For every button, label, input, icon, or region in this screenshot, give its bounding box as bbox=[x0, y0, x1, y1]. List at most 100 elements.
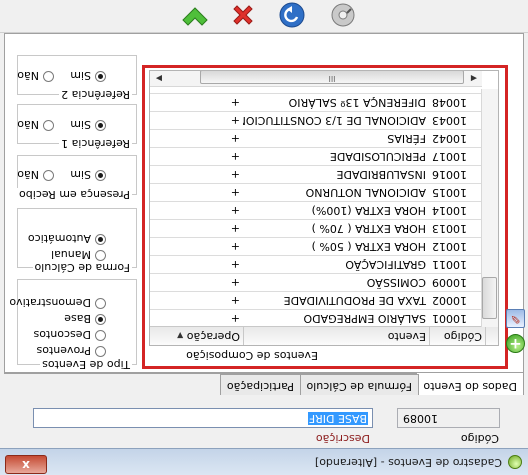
cell-evento[interactable]: HORA EXTRA ( 70% ) bbox=[243, 220, 429, 237]
referencia-2-group-option[interactable]: Não bbox=[17, 69, 54, 82]
referencia-1-group-option[interactable]: Não bbox=[17, 118, 54, 131]
cell-codigo[interactable]: 10013 bbox=[429, 220, 485, 237]
refresh-icon[interactable] bbox=[278, 1, 306, 29]
radio-button-icon[interactable] bbox=[95, 120, 106, 131]
table-row[interactable]: 10048 DIFERENÇA 13º SALÁRIO + bbox=[149, 93, 498, 111]
cell-evento[interactable]: HORA EXTRA ( 50% ) bbox=[243, 238, 429, 255]
horizontal-scrollbar[interactable]: ◀ III ▶ bbox=[149, 70, 482, 87]
tab-participacao[interactable]: Participação bbox=[219, 374, 301, 395]
cell-operacao[interactable]: + bbox=[189, 238, 243, 255]
horizontal-scrollbar-thumb[interactable]: III bbox=[200, 70, 464, 84]
cell-evento[interactable]: HORA EXTRA (100%) bbox=[243, 202, 429, 219]
table-row[interactable]: 10016 INSALUBRIDADE + bbox=[149, 165, 498, 183]
cell-codigo[interactable]: 10014 bbox=[429, 202, 485, 219]
referencia-2-group-option[interactable]: Sim bbox=[70, 69, 106, 82]
descricao-field[interactable]: BASE DIRF bbox=[33, 408, 373, 428]
tipo-eventos-group-option[interactable]: Base bbox=[64, 312, 106, 325]
vertical-scrollbar[interactable] bbox=[481, 89, 498, 327]
cell-operacao[interactable]: + bbox=[189, 184, 243, 201]
up-arrow-icon[interactable] bbox=[182, 1, 210, 29]
cell-codigo[interactable]: 10011 bbox=[429, 256, 485, 273]
cell-evento[interactable]: FÉRIAS bbox=[243, 130, 429, 147]
table-row[interactable]: 10015 ADICIONAL NOTURNO + bbox=[149, 183, 498, 201]
cell-codigo[interactable]: 10042 bbox=[429, 130, 485, 147]
cell-operacao[interactable]: + bbox=[189, 292, 243, 309]
tipo-eventos-group-option[interactable]: Proventos bbox=[37, 344, 106, 357]
scroll-right-arrow-icon[interactable]: ▶ bbox=[156, 74, 162, 83]
column-header-codigo[interactable]: Código bbox=[429, 327, 485, 345]
column-header-operacao[interactable]: Operação ▼ bbox=[149, 327, 243, 345]
cell-codigo[interactable]: 10048 bbox=[429, 94, 485, 111]
vertical-scrollbar-thumb[interactable] bbox=[482, 277, 497, 319]
cell-evento[interactable]: TAXA DE PRODUTIVIDADE bbox=[243, 292, 429, 309]
cell-evento[interactable]: PERICULOSIDADE bbox=[243, 148, 429, 165]
radio-button-icon[interactable] bbox=[43, 71, 54, 82]
cell-operacao[interactable]: + bbox=[189, 130, 243, 147]
table-row[interactable]: 10009 COMISSÃO + bbox=[149, 273, 498, 291]
table-row[interactable]: 10012 HORA EXTRA ( 50% ) + bbox=[149, 237, 498, 255]
table-row[interactable]: 10043 ADICIONAL DE 1/3 CONSTITUCIONAL + bbox=[149, 111, 498, 129]
cell-evento[interactable]: SALÁRIO EMPREGADO bbox=[243, 310, 429, 327]
cell-operacao[interactable]: + bbox=[189, 166, 243, 183]
cell-operacao[interactable]: + bbox=[189, 112, 243, 129]
tab-dados-do-evento[interactable]: Dados do Evento bbox=[416, 373, 524, 395]
cell-codigo[interactable]: 10001 bbox=[429, 310, 485, 327]
cell-evento[interactable]: COMISSÃO bbox=[243, 274, 429, 291]
cell-codigo[interactable]: 10009 bbox=[429, 274, 485, 291]
table-row[interactable]: 10011 GRATIFICAÇÃO + bbox=[149, 255, 498, 273]
radio-button-icon[interactable] bbox=[95, 250, 106, 261]
radio-button-icon[interactable] bbox=[95, 170, 106, 181]
dropdown-arrow-icon: ▼ bbox=[177, 331, 184, 340]
title-bar: Cadastro de Eventos - [Alterando] x bbox=[0, 448, 528, 475]
cell-evento[interactable]: GRATIFICAÇÃO bbox=[243, 256, 429, 273]
radio-button-icon[interactable] bbox=[95, 330, 106, 341]
cell-operacao[interactable]: + bbox=[189, 202, 243, 219]
radio-button-icon[interactable] bbox=[95, 298, 106, 309]
edit-event-button[interactable]: ✎ bbox=[506, 309, 525, 328]
radio-button-icon[interactable] bbox=[43, 120, 54, 131]
cell-codigo[interactable]: 10002 bbox=[429, 292, 485, 309]
table-row[interactable]: 10017 PERICULOSIDADE + bbox=[149, 147, 498, 165]
close-button[interactable]: x bbox=[5, 455, 47, 474]
cancel-icon[interactable] bbox=[229, 1, 257, 29]
cell-codigo[interactable]: 10015 bbox=[429, 184, 485, 201]
presenca-recibo-group-option[interactable]: Não bbox=[17, 168, 54, 181]
radio-button-icon[interactable] bbox=[95, 234, 106, 245]
tipo-eventos-group-option[interactable]: Demonstrativo bbox=[9, 296, 106, 309]
cell-operacao[interactable]: + bbox=[189, 310, 243, 327]
radio-button-icon[interactable] bbox=[95, 71, 106, 82]
tipo-eventos-group-title: Tipo de Eventos bbox=[40, 358, 132, 371]
cell-operacao[interactable]: + bbox=[189, 220, 243, 237]
presenca-recibo-group-option[interactable]: Sim bbox=[70, 168, 106, 181]
cell-evento[interactable]: ADICIONAL NOTURNO bbox=[243, 184, 429, 201]
cell-operacao[interactable]: + bbox=[189, 94, 243, 111]
table-row[interactable]: ▶10001SALÁRIO EMPREGADO+ bbox=[149, 309, 498, 327]
cell-evento[interactable]: DIFERENÇA 13º SALÁRIO bbox=[243, 94, 429, 111]
scroll-left-arrow-icon[interactable]: ◀ bbox=[471, 74, 477, 83]
column-header-evento[interactable]: Evento bbox=[243, 327, 429, 345]
cell-evento[interactable]: INSALUBRIDADE bbox=[243, 166, 429, 183]
table-row[interactable]: 10002 TAXA DE PRODUTIVIDADE + bbox=[149, 291, 498, 309]
radio-button-icon[interactable] bbox=[95, 346, 106, 357]
settings-disc-icon[interactable] bbox=[329, 1, 357, 29]
forma-calculo-group-option[interactable]: Manual bbox=[51, 248, 106, 261]
cell-operacao[interactable]: + bbox=[189, 148, 243, 165]
cell-operacao[interactable]: + bbox=[189, 256, 243, 273]
forma-calculo-group-option[interactable]: Automático bbox=[28, 232, 106, 245]
referencia-1-group-option[interactable]: Sim bbox=[70, 118, 106, 131]
cell-operacao[interactable]: + bbox=[189, 274, 243, 291]
table-row[interactable]: 10014 HORA EXTRA (100%) + bbox=[149, 201, 498, 219]
cell-codigo[interactable]: 10017 bbox=[429, 148, 485, 165]
tab-formula-de-calculo[interactable]: Fórmula de Cálculo bbox=[299, 374, 419, 395]
cell-evento[interactable]: ADICIONAL DE 1/3 CONSTITUCIONAL bbox=[243, 112, 429, 129]
cell-codigo[interactable]: 10016 bbox=[429, 166, 485, 183]
cell-codigo[interactable]: 10012 bbox=[429, 238, 485, 255]
radio-button-icon[interactable] bbox=[43, 170, 54, 181]
tipo-eventos-group-option[interactable]: Descontos bbox=[34, 328, 106, 341]
add-event-button[interactable]: + bbox=[506, 334, 525, 353]
table-row[interactable]: 10042 FÉRIAS + bbox=[149, 129, 498, 147]
table-row[interactable]: 10013 HORA EXTRA ( 70% ) + bbox=[149, 219, 498, 237]
codigo-field[interactable]: 10089 bbox=[397, 408, 500, 428]
radio-button-icon[interactable] bbox=[95, 314, 106, 325]
cell-codigo[interactable]: 10043 bbox=[429, 112, 485, 129]
